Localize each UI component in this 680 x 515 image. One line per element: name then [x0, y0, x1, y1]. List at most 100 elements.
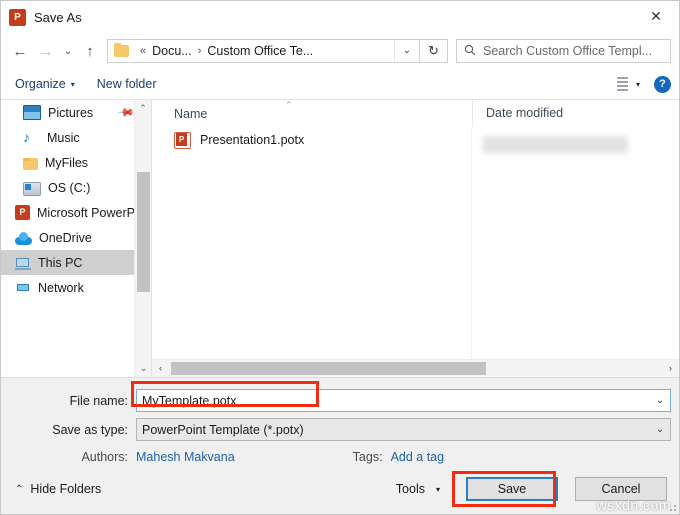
add-a-tag-link[interactable]: Add a tag: [391, 450, 445, 464]
help-icon[interactable]: ?: [654, 76, 671, 93]
search-input[interactable]: Search Custom Office Templ...: [456, 39, 671, 63]
save-as-type-row: Save as type: PowerPoint Template (*.pot…: [1, 418, 679, 441]
powerpoint-file-icon: [174, 132, 191, 149]
chevron-up-icon: ⌃: [15, 484, 23, 495]
sidebar-item-this-pc[interactable]: This PC: [1, 250, 151, 275]
sidebar-item-label: OS (C:): [48, 181, 90, 195]
file-name-value: MyTemplate.potx: [137, 394, 236, 408]
save-as-type-dropdown[interactable]: PowerPoint Template (*.potx) ⌄: [136, 418, 671, 441]
powerpoint-icon: P: [15, 205, 30, 220]
column-header-date-modified[interactable]: Date modified: [472, 100, 679, 127]
sidebar-item-network[interactable]: Network: [1, 275, 151, 300]
sort-ascending-icon: ⌃: [285, 100, 293, 111]
hide-folders-button[interactable]: ⌃ Hide Folders: [15, 482, 101, 496]
authors-value[interactable]: Mahesh Makvana: [136, 450, 235, 464]
page-title: Save As: [34, 10, 82, 25]
breadcrumb-separator: ›: [193, 45, 207, 57]
address-bar[interactable]: « Docu... › Custom Office Te... ⌄: [107, 39, 420, 63]
sidebar-item-label: Microsoft PowerPo: [37, 206, 142, 220]
chevron-down-icon: ▾: [436, 485, 440, 494]
file-list-pane: Name ⌃ Date modified Presentation1.potx …: [152, 100, 679, 377]
drive-icon: [23, 182, 41, 196]
column-label: Name: [174, 107, 207, 121]
scroll-right-icon[interactable]: ›: [662, 360, 679, 377]
file-name-field[interactable]: MyTemplate.potx ⌄: [136, 389, 671, 412]
forward-button: →: [33, 38, 59, 64]
save-as-type-value: PowerPoint Template (*.potx): [137, 423, 304, 437]
breadcrumb-overflow[interactable]: «: [135, 45, 151, 57]
sidebar-item-music[interactable]: ♪ Music: [1, 125, 151, 150]
close-icon[interactable]: ✕: [633, 1, 679, 32]
onedrive-icon: [15, 234, 32, 245]
metadata-row: Authors: Mahesh Makvana Tags: Add a tag: [1, 450, 679, 464]
save-as-type-label: Save as type:: [1, 423, 136, 437]
organize-label: Organize: [15, 77, 66, 91]
scroll-down-icon[interactable]: ⌄: [135, 360, 152, 377]
chevron-down-icon: ▾: [71, 80, 75, 89]
up-button[interactable]: ↑: [77, 38, 103, 64]
search-placeholder: Search Custom Office Templ...: [483, 44, 652, 58]
horizontal-scrollbar[interactable]: ‹ ›: [152, 359, 679, 377]
organize-button[interactable]: Organize ▾: [15, 77, 75, 91]
scrollbar-thumb[interactable]: [137, 172, 150, 292]
save-form: File name: MyTemplate.potx ⌄ Save as typ…: [1, 377, 679, 464]
sidebar-item-myfiles[interactable]: MyFiles: [1, 150, 151, 175]
hide-folders-label: Hide Folders: [30, 482, 101, 496]
sidebar-item-label: OneDrive: [39, 231, 92, 245]
authors-label: Authors:: [1, 450, 136, 464]
navigation-pane: Pictures 📌 ♪ Music MyFiles OS (C:) P Mic…: [1, 100, 152, 377]
refresh-icon[interactable]: ↻: [420, 39, 448, 63]
dialog-body: Pictures 📌 ♪ Music MyFiles OS (C:) P Mic…: [1, 100, 679, 377]
folder-icon: [114, 45, 129, 57]
view-options-icon[interactable]: [611, 77, 628, 91]
save-as-dialog: P Save As ✕ ← → ⌄ ↑ « Docu... › Custom O…: [0, 0, 680, 515]
breadcrumb-documents[interactable]: Docu...: [151, 44, 193, 58]
sidebar-item-label: MyFiles: [45, 156, 88, 170]
sidebar-item-onedrive[interactable]: OneDrive: [1, 225, 151, 250]
pictures-icon: [23, 105, 41, 120]
file-name-row: File name: MyTemplate.potx ⌄: [1, 389, 679, 412]
sidebar-item-os-c[interactable]: OS (C:): [1, 175, 151, 200]
network-icon: [15, 283, 31, 295]
folder-icon: [23, 158, 38, 170]
recent-locations-icon[interactable]: ⌄: [59, 38, 77, 64]
scrollbar-thumb[interactable]: [171, 362, 486, 375]
save-button[interactable]: Save: [466, 477, 558, 501]
search-icon: [457, 44, 483, 59]
chevron-down-icon[interactable]: ⌄: [650, 395, 670, 406]
sidebar-item-label: Music: [47, 131, 80, 145]
chevron-down-icon[interactable]: ▾: [636, 80, 640, 89]
watermark: wsxdn.com: [596, 497, 671, 513]
scroll-up-icon[interactable]: ⌃: [135, 100, 151, 117]
dialog-footer: ⌃ Hide Folders Tools ▾ Save Cancel wsxdn…: [1, 464, 679, 514]
file-name: Presentation1.potx: [200, 133, 304, 147]
sidebar-scrollbar[interactable]: ⌃ ⌄: [134, 100, 151, 377]
file-rows: Presentation1.potx: [152, 127, 679, 359]
powerpoint-icon: P: [9, 9, 26, 26]
sidebar-item-microsoft-powerpoint[interactable]: P Microsoft PowerPo: [1, 200, 151, 225]
tools-button[interactable]: Tools ▾: [396, 482, 440, 496]
tools-label: Tools: [396, 482, 425, 496]
title-bar: P Save As ✕: [1, 1, 679, 33]
resize-grip[interactable]: [666, 501, 676, 511]
command-bar: Organize ▾ New folder ▾ ?: [1, 69, 679, 100]
navigation-bar: ← → ⌄ ↑ « Docu... › Custom Office Te... …: [1, 33, 679, 69]
chevron-down-icon[interactable]: ⌄: [394, 40, 419, 62]
sidebar-item-label: This PC: [38, 256, 82, 270]
column-headers: Name ⌃ Date modified: [152, 100, 679, 127]
sidebar-item-pictures[interactable]: Pictures 📌: [1, 100, 151, 125]
date-modified-redacted: [483, 136, 628, 153]
chevron-down-icon[interactable]: ⌄: [650, 424, 670, 435]
scroll-left-icon[interactable]: ‹: [152, 360, 169, 377]
tags-label: Tags:: [353, 450, 383, 464]
scrollbar-track[interactable]: [169, 360, 662, 377]
breadcrumb-custom-office-templates[interactable]: Custom Office Te...: [206, 44, 314, 58]
command-bar-right: ▾ ?: [611, 76, 671, 93]
file-name-label: File name:: [1, 394, 136, 408]
new-folder-button[interactable]: New folder: [97, 77, 157, 91]
column-header-name[interactable]: Name ⌃: [152, 107, 472, 121]
pin-icon[interactable]: 📌: [117, 103, 136, 122]
sidebar-item-label: Pictures: [48, 106, 93, 120]
back-button[interactable]: ←: [7, 38, 33, 64]
this-pc-icon: [15, 258, 31, 270]
